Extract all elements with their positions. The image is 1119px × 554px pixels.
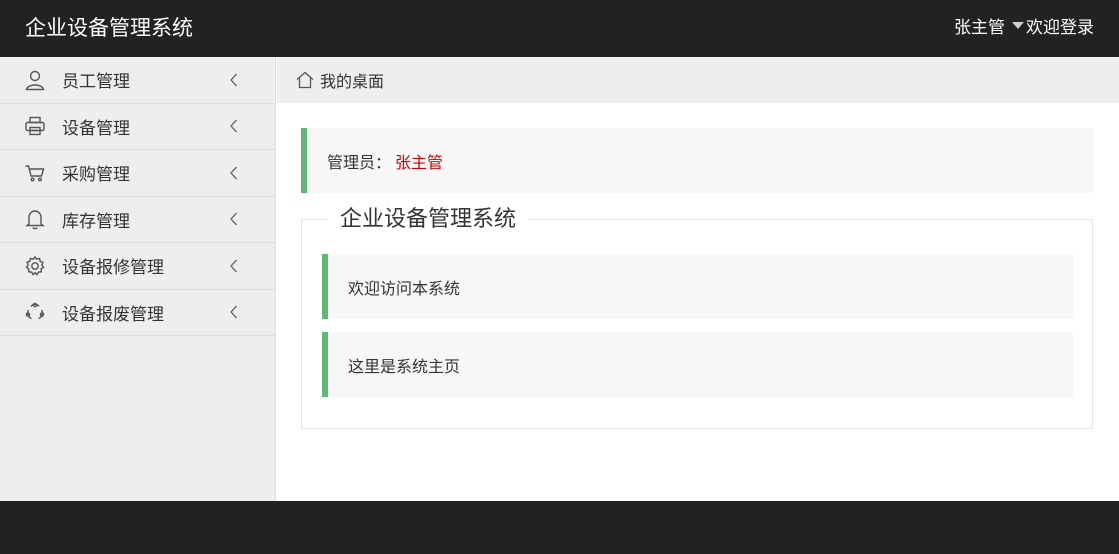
bell-icon xyxy=(24,208,46,230)
sidebar-item-label: 设备管理 xyxy=(62,118,130,139)
quote-text: 欢迎访问本系统 xyxy=(348,278,461,298)
chevron-left-icon xyxy=(228,72,240,88)
chevron-left-icon xyxy=(228,118,240,134)
top-header: 企业设备管理系统 张主管 欢迎登录 xyxy=(0,0,1119,57)
recycle-icon xyxy=(24,301,46,323)
app-title: 企业设备管理系统 xyxy=(25,16,193,40)
sidebar-item-label: 采购管理 xyxy=(62,165,130,186)
chevron-left-icon xyxy=(228,165,240,181)
welcome-login-link[interactable]: 欢迎登录 xyxy=(1026,16,1094,40)
sidebar-nav: 员工管理 设备管理 采购管理 库存管理 设备报修管理 设备报废管理 xyxy=(0,57,276,501)
quote-block: 欢迎访问本系统 xyxy=(322,254,1073,319)
admin-name: 张主管 xyxy=(395,152,444,172)
cart-icon xyxy=(24,162,46,184)
sidebar-item-repair[interactable]: 设备报修管理 xyxy=(0,243,275,290)
sidebar-item-inventory[interactable]: 库存管理 xyxy=(0,197,275,243)
printer-icon xyxy=(24,115,46,137)
sidebar-item-scrap[interactable]: 设备报废管理 xyxy=(0,290,275,336)
home-icon[interactable] xyxy=(295,70,315,90)
caret-down-icon[interactable] xyxy=(1012,21,1024,29)
chevron-left-icon xyxy=(228,258,240,274)
quote-text: 这里是系统主页 xyxy=(348,356,461,376)
gear-icon xyxy=(24,255,46,277)
sidebar-item-label: 库存管理 xyxy=(62,211,130,232)
chevron-left-icon xyxy=(228,304,240,320)
admin-info-box: 管理员： 张主管 xyxy=(301,128,1093,193)
footer-bar xyxy=(0,501,1119,554)
user-name[interactable]: 张主管 xyxy=(954,16,1005,40)
sidebar-item-purchase[interactable]: 采购管理 xyxy=(0,150,275,197)
chevron-left-icon xyxy=(228,211,240,227)
quote-block: 这里是系统主页 xyxy=(322,332,1073,397)
sidebar-item-label: 员工管理 xyxy=(62,72,130,93)
breadcrumb-label[interactable]: 我的桌面 xyxy=(320,68,384,92)
sidebar-item-equipment[interactable]: 设备管理 xyxy=(0,104,275,150)
sidebar-item-label: 设备报修管理 xyxy=(62,258,164,279)
user-icon xyxy=(24,69,46,91)
sidebar-item-employee[interactable]: 员工管理 xyxy=(0,57,275,104)
admin-label: 管理员： xyxy=(327,152,392,172)
sidebar-item-label: 设备报废管理 xyxy=(62,304,164,325)
main-content: 我的桌面 管理员： 张主管 企业设备管理系统 欢迎访问本系统 这里是系统主页 xyxy=(277,57,1119,501)
breadcrumb: 我的桌面 xyxy=(277,57,1119,103)
system-panel: 企业设备管理系统 欢迎访问本系统 这里是系统主页 xyxy=(301,205,1093,429)
panel-legend: 企业设备管理系统 xyxy=(328,205,529,235)
user-menu-dropdown[interactable]: 张主管 xyxy=(954,16,1024,40)
